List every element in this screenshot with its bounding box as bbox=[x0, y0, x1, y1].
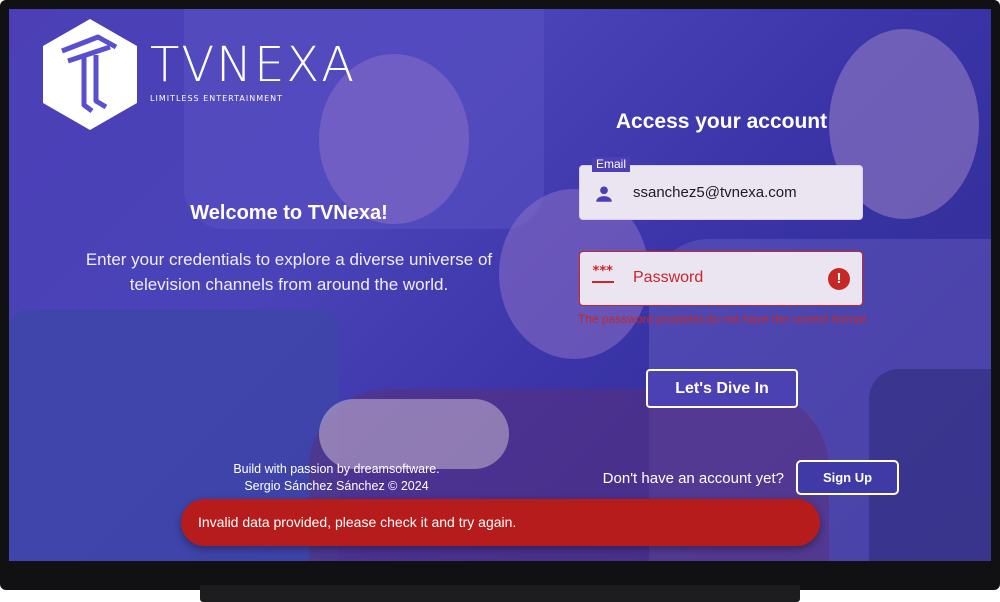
app-screen: TVNEXA LIMITLESS ENTERTAINMENT Welcome t… bbox=[9, 9, 991, 561]
brand-name: TVNEXA bbox=[150, 37, 357, 93]
tvnexa-logo-icon bbox=[43, 19, 137, 130]
password-placeholder: Password bbox=[633, 269, 704, 286]
tv-stand bbox=[200, 585, 800, 602]
email-field[interactable]: Email ssanchez5@tvnexa.com bbox=[579, 157, 863, 220]
welcome-title: Welcome to TVNexa! bbox=[190, 202, 388, 224]
toast-message: Invalid data provided, please check it a… bbox=[198, 514, 517, 530]
person-icon bbox=[596, 186, 612, 202]
signup-prompt: Don't have an account yet? bbox=[602, 470, 784, 487]
brand-tagline: LIMITLESS ENTERTAINMENT bbox=[150, 94, 284, 103]
footer-credit-line: Sergio Sánchez Sánchez © 2024 bbox=[244, 479, 429, 493]
background-shape bbox=[319, 399, 509, 469]
welcome-text: Enter your credentials to explore a dive… bbox=[85, 250, 493, 294]
password-error-text: The password provided do not have the co… bbox=[577, 312, 867, 326]
footer-credit: Build with passion by dreamsoftware. Ser… bbox=[159, 461, 514, 495]
password-field[interactable]: *** Password ! bbox=[579, 251, 863, 306]
error-toast: Invalid data provided, please check it a… bbox=[181, 499, 820, 546]
email-label: Email bbox=[592, 157, 631, 172]
form-title: Access your account bbox=[615, 110, 828, 133]
password-icon: *** bbox=[592, 264, 614, 279]
email-value: ssanchez5@tvnexa.com bbox=[633, 184, 797, 201]
error-icon: ! bbox=[828, 268, 850, 290]
password-icon-underline bbox=[592, 281, 614, 283]
footer-credit-line: Build with passion by dreamsoftware. bbox=[233, 462, 440, 476]
lets-dive-in-button[interactable]: Let's Dive In bbox=[646, 369, 798, 408]
sign-up-button[interactable]: Sign Up bbox=[796, 460, 899, 495]
